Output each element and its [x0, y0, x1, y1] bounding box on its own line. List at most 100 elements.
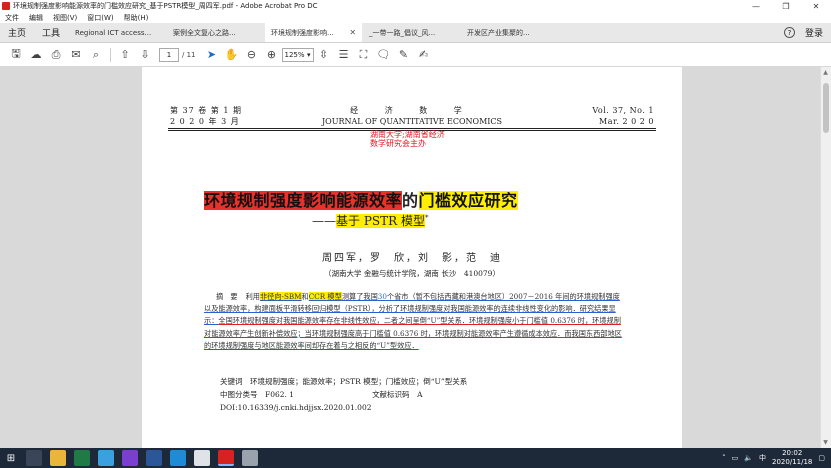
subtitle-dash: ——: [312, 214, 336, 228]
app-icon[interactable]: [122, 450, 138, 466]
title-text: 的: [402, 191, 419, 210]
full-screen-icon[interactable]: ⛶: [354, 45, 374, 65]
doc-code-label: 文献标识码: [372, 390, 410, 399]
abstract-text: 测算了我国: [341, 292, 378, 301]
document-viewer[interactable]: 第 37 卷 第 1 期 2 0 2 0 年 3 月 经 济 数 学 JOURN…: [0, 67, 831, 448]
document-tab-label: Regional ICT access...: [75, 28, 152, 37]
date-en: Mar. 2 0 2 0: [599, 117, 654, 126]
page-total: / 11: [182, 50, 196, 59]
comment-icon[interactable]: 🗨: [374, 45, 394, 65]
upload-cloud-icon[interactable]: ☁: [26, 45, 46, 65]
page-number-input[interactable]: 1: [159, 47, 179, 62]
word-icon[interactable]: [146, 450, 162, 466]
close-tab-icon[interactable]: ✕: [349, 28, 356, 37]
abstract: 摘 要利用非径向-SBM和CCR 模型测算了我国30个省市（暂不包括西藏和港澳台…: [204, 291, 624, 352]
menu-help[interactable]: 帮助(H): [119, 13, 154, 23]
clock[interactable]: 20:02 2020/11/18: [772, 449, 812, 467]
volume-en: Vol. 37, No. 1: [592, 106, 654, 115]
journal-issue: 第 37 卷 第 1 期 2 0 2 0 年 3 月: [170, 105, 242, 127]
publish-date: 2 0 2 0 年 3 月: [170, 117, 240, 126]
menu-bar: 文件 编辑 视图(V) 窗口(W) 帮助(H): [0, 12, 831, 23]
menu-edit[interactable]: 编辑: [24, 13, 48, 23]
start-button[interactable]: ⊞: [0, 448, 22, 468]
app-icon[interactable]: [242, 450, 258, 466]
search-icon[interactable]: ⌕: [86, 45, 106, 65]
title-bar: 环境规制强度影响能源效率的门槛效应研究_基于PSTR模型_周四军.pdf - A…: [0, 0, 831, 12]
excel-icon[interactable]: [74, 450, 90, 466]
affiliation: （湖南大学 金融与统计学院，湖南 长沙 410079）: [324, 269, 500, 278]
document-tab[interactable]: 案例全文复心之路...: [167, 23, 264, 42]
save-icon[interactable]: 🖫: [6, 45, 26, 65]
scroll-thumb[interactable]: [823, 83, 829, 133]
input-language[interactable]: 中: [759, 453, 766, 463]
zoom-value: 125%: [284, 50, 305, 59]
restore-button[interactable]: ❐: [771, 2, 801, 11]
paper-subtitle: ——基于 PSTR 模型*: [312, 212, 428, 229]
pdf-page: 第 37 卷 第 1 期 2 0 2 0 年 3 月 经 济 数 学 JOURN…: [142, 67, 682, 448]
abstract-highlight: CCR 模型: [308, 292, 342, 301]
abstract-text: 利用: [245, 292, 260, 301]
print-icon[interactable]: ⎙: [46, 45, 66, 65]
doi: DOI:10.16339/j.cnki.hdjjsx.2020.01.002: [220, 403, 372, 412]
keywords: 环境规制强度；能源效率；PSTR 模型；门槛效应；倒“U”型关系: [250, 377, 468, 386]
menu-view[interactable]: 视图(V): [48, 13, 82, 23]
paper-title: 环境规制强度影响能源效率的门槛效应研究: [204, 187, 518, 211]
chevron-down-icon: ▾: [306, 50, 311, 59]
stamp-line: 数学研究会主办: [370, 139, 426, 148]
highlight-pen-icon[interactable]: ✎: [394, 45, 414, 65]
fit-page-icon[interactable]: ⇳: [314, 45, 334, 65]
chrome-icon[interactable]: [194, 450, 210, 466]
email-icon[interactable]: ✉: [66, 45, 86, 65]
authors: 周四军，罗 欣，刘 影，范 迪: [322, 253, 502, 264]
help-icon[interactable]: ?: [783, 27, 795, 38]
network-icon[interactable]: ▭: [732, 454, 739, 462]
document-tab[interactable]: 开发区产业集聚的...: [461, 23, 558, 42]
chevron-up-icon[interactable]: ˄: [722, 454, 726, 462]
notification-icon[interactable]: ▢: [818, 454, 825, 462]
zoom-in-icon[interactable]: ⊕: [262, 45, 282, 65]
menu-file[interactable]: 文件: [0, 13, 24, 23]
app-icon[interactable]: [98, 450, 114, 466]
journal-name-cn: 经 济 数 学: [350, 106, 474, 115]
select-cursor-icon[interactable]: ➤: [202, 45, 222, 65]
scroll-down-icon[interactable]: ▼: [821, 439, 830, 446]
vertical-scrollbar[interactable]: ▲ ▼: [820, 67, 831, 448]
edge-icon[interactable]: [170, 450, 186, 466]
abstract-highlight: 非径向-SBM: [259, 292, 302, 301]
file-explorer-icon[interactable]: [50, 450, 66, 466]
tab-home[interactable]: 主页: [0, 23, 34, 42]
task-view-icon[interactable]: [26, 450, 42, 466]
document-tab[interactable]: _一带一路_倡议_风...: [363, 23, 460, 42]
menu-window[interactable]: 窗口(W): [82, 13, 118, 23]
zoom-select[interactable]: 125% ▾: [281, 47, 314, 62]
document-tab-active[interactable]: 环境规制强度影响... ✕: [265, 23, 363, 42]
scroll-up-icon[interactable]: ▲: [821, 69, 830, 76]
hand-tool-icon[interactable]: ✋: [222, 45, 242, 65]
journal-volume-en: Vol. 37, No. 1 Mar. 2 0 2 0: [592, 105, 654, 127]
document-tab-label: 开发区产业集聚的...: [467, 28, 530, 37]
clock-time: 20:02: [782, 449, 803, 457]
abstract-findings: 全国环境规制强度对我国能源效率存在非线性效应，二者之间呈倒“U”型关系．环境规制…: [204, 316, 622, 350]
close-window-button[interactable]: ✕: [801, 2, 831, 11]
acrobat-icon: [2, 2, 10, 10]
sign-in-button[interactable]: 登录: [805, 26, 823, 39]
volume-icon[interactable]: 🔈: [744, 454, 753, 462]
minimize-button[interactable]: —: [741, 2, 771, 11]
abstract-text: 和: [301, 292, 309, 301]
doc-code-value: A: [417, 390, 423, 399]
clock-date: 2020/11/18: [772, 458, 813, 466]
volume-issue: 第 37 卷 第 1 期: [170, 106, 242, 115]
tab-tools[interactable]: 工具: [34, 23, 68, 42]
previous-page-icon[interactable]: ⇧: [115, 45, 135, 65]
clc-value: F062. 1: [265, 390, 295, 399]
sign-icon[interactable]: ✍: [414, 45, 434, 65]
next-page-icon[interactable]: ⇩: [135, 45, 155, 65]
acrobat-taskbar-icon[interactable]: [218, 450, 234, 466]
document-tab[interactable]: Regional ICT access...: [69, 23, 166, 42]
keywords-label: 关键词: [220, 377, 243, 386]
stamp-line: 湖南大学;湖南省经济: [370, 130, 445, 139]
tab-bar: 主页 工具 Regional ICT access... 案例全文复心之路...…: [0, 23, 831, 43]
scroll-mode-icon[interactable]: ☰: [334, 45, 354, 65]
subtitle-text: 基于 PSTR 模型: [336, 214, 425, 228]
zoom-out-icon[interactable]: ⊖: [242, 45, 262, 65]
